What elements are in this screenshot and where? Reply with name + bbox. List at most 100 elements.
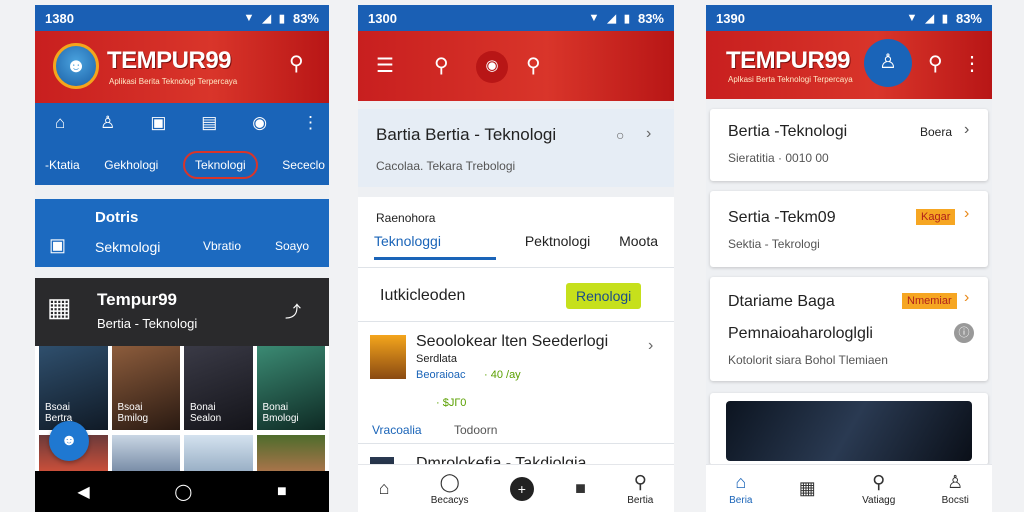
nav-becacys[interactable]: ◯ Becacys (431, 472, 469, 506)
news-card-3[interactable]: Dtariame Baga Nmemiar › Pemnaioaharologl… (710, 277, 988, 381)
person-icon[interactable]: ♙ (100, 113, 115, 133)
card-title: Dtariame Baga (728, 293, 835, 310)
share-icon[interactable]: ⤴ (285, 298, 301, 322)
search-icon[interactable]: ⚲ (289, 51, 304, 76)
phone-screen-3: 1390 ▼ ◢ ▮ 83% TEMPUR99 Aplkasi Berta Te… (706, 5, 992, 512)
home-circle-icon[interactable]: ◯ (174, 482, 192, 502)
card-subtitle: Cacolaa. Tekara Trebologi (376, 159, 516, 173)
nav-label: Bocsti (941, 494, 969, 506)
home-icon[interactable]: ⌂ (55, 113, 65, 133)
tab-pektnologi[interactable]: Pektnologi (525, 233, 590, 260)
thumbnail-card[interactable]: Bonai Sealon (184, 346, 253, 430)
info-icon[interactable]: ⓘ (954, 323, 974, 343)
thumbnail-image[interactable] (111, 435, 180, 471)
nav-add[interactable]: + (509, 476, 534, 501)
thumb-line2: Bmilog (117, 413, 149, 424)
card-title: Sertia -Tekm09 (728, 209, 836, 226)
nav-vatiagg[interactable]: ⚲ Vatiagg (862, 472, 895, 506)
recents-icon[interactable]: ■ (277, 483, 287, 501)
signal-icon: ◢ (607, 12, 616, 25)
chevron-right-icon[interactable]: › (964, 289, 969, 307)
row-title: Iutkicleoden (380, 287, 466, 304)
article-meta1: · 40 /ay (484, 369, 521, 381)
thumbnail-card[interactable]: Bsoai Bertra (39, 346, 108, 430)
news-card-2[interactable]: Sertia -Tekm09 Kagar › Sektia - Tekrolog… (710, 191, 988, 267)
card-action[interactable]: Boera (920, 125, 952, 139)
app-thumbnail-icon: ▦ (47, 292, 72, 322)
image-card[interactable] (710, 393, 988, 465)
thumbnail-image[interactable] (256, 435, 325, 471)
nav-label: Bertia (627, 494, 654, 506)
nav-bocsti[interactable]: ♙ Bocsti (942, 472, 969, 506)
nav-library[interactable]: ▦ (799, 478, 816, 499)
status-time: 1380 (45, 10, 74, 26)
card-title: Bertia -Teknologi (728, 123, 848, 140)
article-source[interactable]: Vracoalia (372, 423, 422, 437)
tab-teknologi[interactable]: Teknologi (182, 151, 258, 179)
section-label: Raenohora (376, 211, 436, 225)
battery-percent: 83% (637, 10, 664, 26)
status-bar: 1390 ▼ ◢ ▮ 83% (706, 5, 992, 31)
nav-bertia[interactable]: ⚲ Bertia (627, 472, 653, 506)
search-result-card[interactable]: Bartia Bertia - Teknologi ○ › Cacolaa. T… (358, 109, 674, 187)
profile-icon[interactable]: ♙ (864, 39, 912, 87)
nav-beria[interactable]: ⌂ Beria (729, 472, 752, 506)
wifi-icon: ▼ (243, 12, 255, 24)
brand-title: TEMPUR99 (726, 47, 851, 74)
article-thumbnail[interactable] (370, 335, 406, 379)
search-icon[interactable]: ⚲ (928, 51, 943, 76)
card-tag[interactable]: Kagar (916, 209, 956, 225)
nav-home[interactable]: ⌂ (379, 478, 390, 499)
thumbnail-image[interactable] (184, 435, 253, 471)
tab-sececlo[interactable]: Sececlo (282, 158, 325, 172)
brand-tagline: Aplikasi Berita Teknologi Terpercaya (109, 77, 238, 86)
nav-bookmark[interactable]: ■ (575, 478, 586, 499)
thumbnail-card[interactable]: Bonai Bmologi (256, 346, 325, 430)
article-sub2: Beoraioac (416, 369, 466, 381)
app-subtitle: Bertia - Teknologi (97, 316, 198, 331)
news-card-1[interactable]: Bertia -Teknologi Boera › Sieratitia · 0… (710, 109, 988, 181)
chevron-right-icon[interactable]: › (964, 205, 969, 223)
signal-icon: ◢ (262, 12, 271, 25)
app-header: ☻ TEMPUR99 Aplikasi Berita Teknologi Ter… (35, 31, 329, 103)
chat-fab-button[interactable]: ☻ (49, 421, 89, 461)
chevron-right-icon[interactable]: › (648, 337, 653, 355)
thumbnail-card[interactable]: Bsoai Bmilog (111, 346, 180, 430)
tab-teknologgi[interactable]: Teknologgi (374, 233, 496, 260)
tab-moota[interactable]: Moota (619, 233, 658, 260)
library-icon: ▦ (798, 478, 816, 498)
card-line2: Pemnaioaharologlgli (728, 325, 873, 342)
more-icon[interactable]: ⋮ (962, 51, 982, 76)
article-sub1: Serdlata (416, 353, 457, 365)
media-icon[interactable]: ▣ (150, 113, 166, 133)
thumb-line1: Bsoai (45, 402, 71, 413)
bulb-icon: ◯ (439, 471, 460, 492)
search-icon[interactable]: ○ (616, 127, 624, 143)
tab-ktatia[interactable]: -Ktatia (45, 158, 80, 172)
bot-icon[interactable]: ◉ (476, 51, 508, 83)
featured-card[interactable]: Dotris ▣ Sekmologi Vbratio Soayo (35, 199, 329, 267)
status-time: 1300 (368, 10, 397, 26)
card-tag[interactable]: Nmemiar (902, 293, 957, 309)
back-icon[interactable]: ◀ (77, 482, 89, 502)
category-chip[interactable]: Renologi (566, 283, 642, 309)
article-title: Seoolokear lten Seederlogi (416, 333, 609, 350)
wifi-icon: ▼ (588, 12, 600, 24)
thumb-line1: Bsoai (117, 402, 143, 413)
chevron-right-icon[interactable]: › (964, 121, 969, 139)
bookmark-icon[interactable]: ▤ (201, 113, 217, 133)
notification-icon[interactable]: ◉ (252, 113, 267, 133)
more-icon[interactable]: ⋮ (302, 113, 319, 133)
tab-gekhologi[interactable]: Gekhologi (104, 158, 158, 172)
battery-icon: ▮ (278, 12, 285, 25)
app-info-card[interactable]: ▦ Tempur99 Bertia - Teknologi ⤴ (35, 278, 329, 346)
thumb-line2: Sealon (190, 413, 222, 424)
search-alt-icon[interactable]: ⚲ (434, 53, 449, 78)
phone-screen-1: 1380 ▼ ◢ ▮ 83% ☻ TEMPUR99 Aplikasi Berit… (35, 5, 329, 512)
brand-title: TEMPUR99 (107, 47, 232, 74)
menu-icon[interactable]: ☰ (376, 53, 394, 78)
chevron-right-icon[interactable]: › (646, 125, 651, 143)
device-photo (726, 401, 972, 461)
search-icon[interactable]: ⚲ (526, 53, 541, 78)
logo-avatar: ☻ (53, 43, 99, 89)
